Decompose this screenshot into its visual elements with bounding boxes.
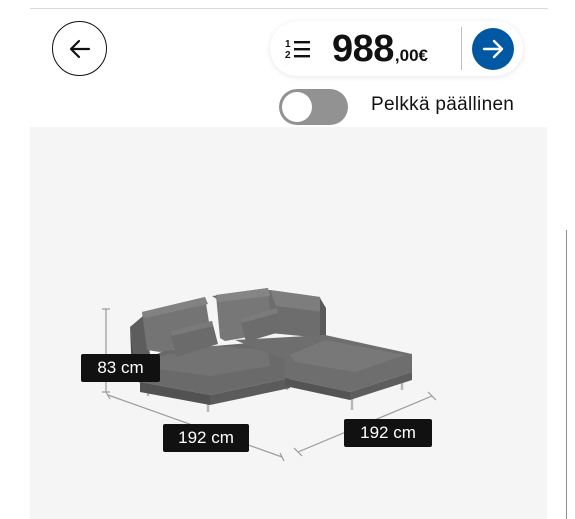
height-dimension-label: 83 cm xyxy=(81,354,160,382)
width-dimension-label: 192 cm xyxy=(163,424,249,452)
sofa-image xyxy=(102,288,437,462)
depth-dimension-label: 192 cm xyxy=(344,419,432,447)
